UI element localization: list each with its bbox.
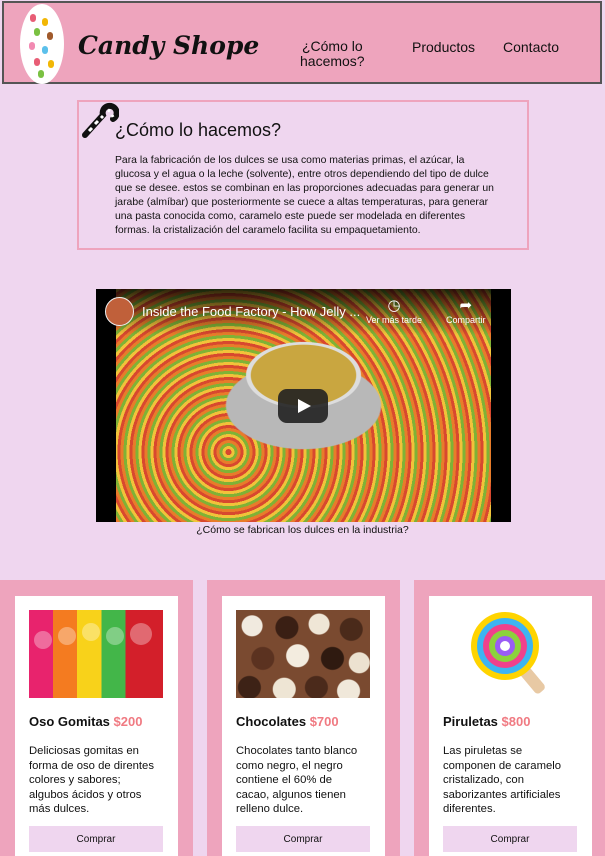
product-price: $700 (309, 714, 339, 729)
watch-later-label: Ver más tarde (366, 315, 423, 325)
candy-cane-icon (82, 102, 119, 138)
video-title[interactable]: Inside the Food Factory - How Jelly ... (142, 304, 360, 319)
nav-link-como-lo-hacemos[interactable]: ¿Cómo lo hacemos? (300, 39, 365, 69)
product-price: $800 (501, 714, 531, 729)
product-price: $200 (113, 714, 143, 729)
clock-icon: ◷ (387, 297, 401, 314)
play-button[interactable] (278, 389, 328, 423)
product-description: Las piruletas se componen de caramelo cr… (443, 745, 562, 815)
nav-link-contacto[interactable]: Contacto (503, 39, 559, 55)
buy-button[interactable]: Comprar (29, 826, 163, 852)
candy-logo[interactable] (20, 4, 64, 84)
product-description: Deliciosas gomitas en forma de oso de di… (29, 745, 154, 815)
watch-later-button[interactable]: ◷ Ver más tarde (366, 297, 422, 325)
product-title: Piruletas $800 (443, 714, 530, 729)
site-header: Candy Shope ¿Cómo lo hacemos? Productos … (2, 1, 602, 84)
buy-button[interactable]: Comprar (443, 826, 577, 852)
nav-link-productos[interactable]: Productos (412, 39, 475, 55)
channel-avatar[interactable] (105, 297, 134, 326)
share-button[interactable]: ➦ Compartir (446, 297, 486, 325)
lollipop-image (443, 610, 577, 698)
about-text: Para la fabricación de los dulces se usa… (115, 155, 494, 236)
product-card-piruletas: Piruletas $800 Las piruletas se componen… (429, 596, 592, 856)
about-section: ¿Cómo lo hacemos? Para la fabricación de… (77, 100, 529, 250)
product-name: Piruletas (443, 714, 498, 729)
brand-title[interactable]: Candy Shope (78, 31, 259, 60)
chocolates-image (236, 610, 370, 698)
product-card-chocolates: Chocolates $700 Chocolates tanto blanco … (222, 596, 385, 856)
product-title: Oso Gomitas $200 (29, 714, 142, 729)
share-label: Compartir (446, 315, 486, 325)
video-caption: ¿Cómo se fabrican los dulces en la indus… (196, 524, 409, 536)
buy-button[interactable]: Comprar (236, 826, 370, 852)
about-title: ¿Cómo lo hacemos? (115, 120, 282, 140)
product-name: Chocolates (236, 714, 307, 729)
product-name: Oso Gomitas (29, 714, 110, 729)
product-title: Chocolates $700 (236, 714, 339, 729)
youtube-video-player[interactable]: Inside the Food Factory - How Jelly ... … (96, 289, 511, 522)
share-icon: ➦ (459, 297, 473, 314)
product-card-oso-gomitas: Oso Gomitas $200 Deliciosas gomitas en f… (15, 596, 178, 856)
product-description: Chocolates tanto blanco como negro, el n… (236, 745, 358, 815)
gummy-bears-image (29, 610, 163, 698)
